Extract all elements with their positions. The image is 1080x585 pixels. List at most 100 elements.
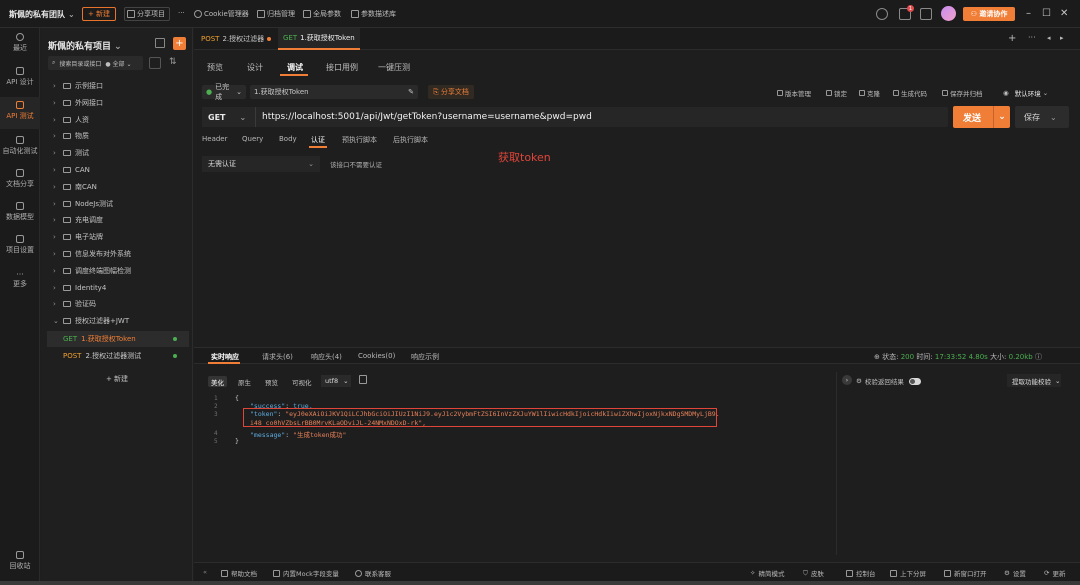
tree-folder[interactable]: › 信息发布对外系统 [53,247,131,261]
clone-action[interactable]: 克隆 [859,88,880,98]
team-switcher[interactable]: 斯佩的私有团队 ⌄ [9,9,75,20]
tab-live-response[interactable]: 实时响应 [211,352,239,362]
tab-design[interactable]: 设计 [247,62,263,73]
skin-setting[interactable]: ⛉ 皮肤 [803,568,824,579]
tree-folder[interactable]: › 验证码 [53,297,96,311]
new-window[interactable]: 新窗口打开 [944,568,987,578]
tab-preview[interactable]: 预览 [207,62,223,73]
add-tab-icon[interactable]: + [1008,33,1016,44]
tree-folder[interactable]: › 南CAN [53,180,97,194]
panel-divider[interactable] [836,372,837,555]
rail-api-design[interactable]: API 设计 [0,67,40,87]
lock-action[interactable]: 锁定 [826,88,847,98]
save-button[interactable]: 保存 ⌄ [1015,106,1069,128]
toggle-switch[interactable] [908,377,921,385]
tree-new-button[interactable]: + 新建 [41,374,193,384]
target-icon[interactable] [149,57,161,69]
maximize-icon[interactable]: ☐ [1042,8,1051,19]
tab-body[interactable]: Body [279,135,297,143]
format-visual[interactable]: 可视化 [289,376,315,387]
message-icon[interactable] [920,8,932,20]
archive-manager[interactable]: 归档管理 [257,9,295,19]
chevron-down-icon[interactable]: ⌄ [993,106,1010,128]
tab-cookies[interactable]: Cookies(0) [358,352,395,360]
tree-folder[interactable]: ⌄ 授权过滤器+JWT [53,314,129,328]
rail-more[interactable]: ··· 更多 [0,270,40,289]
collapse-icon[interactable]: ⇅ [169,57,181,69]
rail-recycle-bin[interactable]: 回收站 [0,551,40,571]
split-toggle[interactable]: 上下分屏 [890,568,926,578]
tree-folder[interactable]: › CAN [53,163,90,177]
close-icon[interactable]: ✕ [1060,8,1068,19]
new-button[interactable]: + 新建 [82,7,116,21]
version-manage[interactable]: 版本管理 [777,88,811,98]
tab-debug[interactable]: 调试 [287,62,303,73]
mock-vars-link[interactable]: 内置Mock字段变量 [273,568,339,578]
format-pretty[interactable]: 美化 [208,376,227,387]
send-button[interactable]: 发送 ⌄ [953,106,1010,128]
tree-folder[interactable]: › Identity4 [53,281,106,295]
tab-pre-script[interactable]: 预执行脚本 [342,135,377,145]
add-button[interactable]: + [173,37,186,50]
rail-api-test[interactable]: API 测试 [0,97,40,129]
tab-more-icon[interactable]: ··· [1028,33,1036,42]
collapse-sidebar-icon[interactable]: « [203,568,207,576]
refresh-icon[interactable] [876,8,888,20]
tab-query[interactable]: Query [242,135,263,143]
tree-folder[interactable]: › 示例接口 [53,79,103,93]
help-doc-link[interactable]: 帮助文档 [221,568,257,578]
extract-select[interactable]: 提取功能校验 ⌄ [1007,374,1061,387]
encoding-select[interactable]: utf8 ⌄ [321,375,351,387]
rail-automation-test[interactable]: 自动化测试 [0,136,40,156]
copy-icon[interactable] [359,375,367,384]
tab-response-examples[interactable]: 响应示例 [411,352,439,362]
generate-code-action[interactable]: 生成代码 [893,88,927,98]
share-doc-button[interactable]: ⎘ 分享文档 [428,85,474,99]
tree-folder[interactable]: › NodeJs测试 [53,197,113,211]
invite-button[interactable]: ⚇ 邀请协作 [963,7,1015,21]
filter-select[interactable]: ● 全部 ⌄ [105,59,131,68]
tab-stress-test[interactable]: 一键压测 [378,62,410,73]
contact-support-link[interactable]: 联系客服 [355,568,391,578]
tab-post-script[interactable]: 后执行脚本 [393,135,428,145]
tree-folder[interactable]: › 电子站牌 [53,230,103,244]
more-menu[interactable]: ··· [178,9,185,17]
tree-folder[interactable]: › 人资 [53,113,89,127]
doc-tab-get[interactable]: GET 1.获取授权Token [278,28,360,50]
tree-search-input[interactable]: ⌕ 搜索目录或接口 ● 全部 ⌄ [48,56,143,70]
tab-header[interactable]: Header [202,135,228,143]
rail-doc-share[interactable]: 文档分享 [0,169,40,189]
save-archive-action[interactable]: 保存并归档 [942,88,983,98]
expand-icon[interactable]: › [842,375,852,385]
avatar[interactable] [941,6,956,21]
tree-folder[interactable]: › 测试 [53,146,89,160]
settings-link[interactable]: ⚙ 设置 [1004,568,1026,578]
console-toggle[interactable]: 控制台 [846,568,876,578]
env-select[interactable]: ◉ 默认环境 ⌄ [1003,88,1048,98]
format-preview[interactable]: 预览 [262,376,281,387]
global-params[interactable]: 全局参数 [303,9,341,19]
tree-folder[interactable]: › 调度终端图幅检测 [53,264,131,278]
tree-leaf-get-token[interactable]: GET 1.获取授权Token [63,332,136,346]
param-description-lib[interactable]: 参数描述库 [351,9,396,19]
api-name-input[interactable]: 1.获取授权Token ✎ [250,85,418,99]
method-select[interactable]: GET ⌄ [202,107,256,127]
tree-leaf-post-filter[interactable]: POST 2.授权过滤器测试 [63,349,141,363]
check-result-toggle[interactable]: ⚙ 校验返回结果 [856,376,921,386]
rail-recent[interactable]: 最近 [0,33,40,53]
tab-prev-icon[interactable]: ◂ [1047,34,1051,42]
compact-mode[interactable]: ✧ 精简模式 [750,568,784,578]
tree-folder[interactable]: › 充电调度 [53,213,103,227]
status-select[interactable]: ● 已完成 ⌄ [202,83,246,101]
tab-request-headers[interactable]: 请求头(6) [262,352,293,362]
format-raw[interactable]: 原生 [235,376,254,387]
import-icon[interactable] [155,38,165,48]
tab-test-cases[interactable]: 接口用例 [326,62,358,73]
auth-type-select[interactable]: 无需认证 ⌄ [202,156,320,172]
tab-next-icon[interactable]: ▸ [1060,34,1064,42]
rail-project-settings[interactable]: 项目设置 [0,235,40,255]
tab-response-headers[interactable]: 响应头(4) [311,352,342,362]
tab-auth[interactable]: 认证 [311,135,325,145]
tree-folder[interactable]: › 外网接口 [53,96,103,110]
rail-data-model[interactable]: 数据模型 [0,202,40,222]
